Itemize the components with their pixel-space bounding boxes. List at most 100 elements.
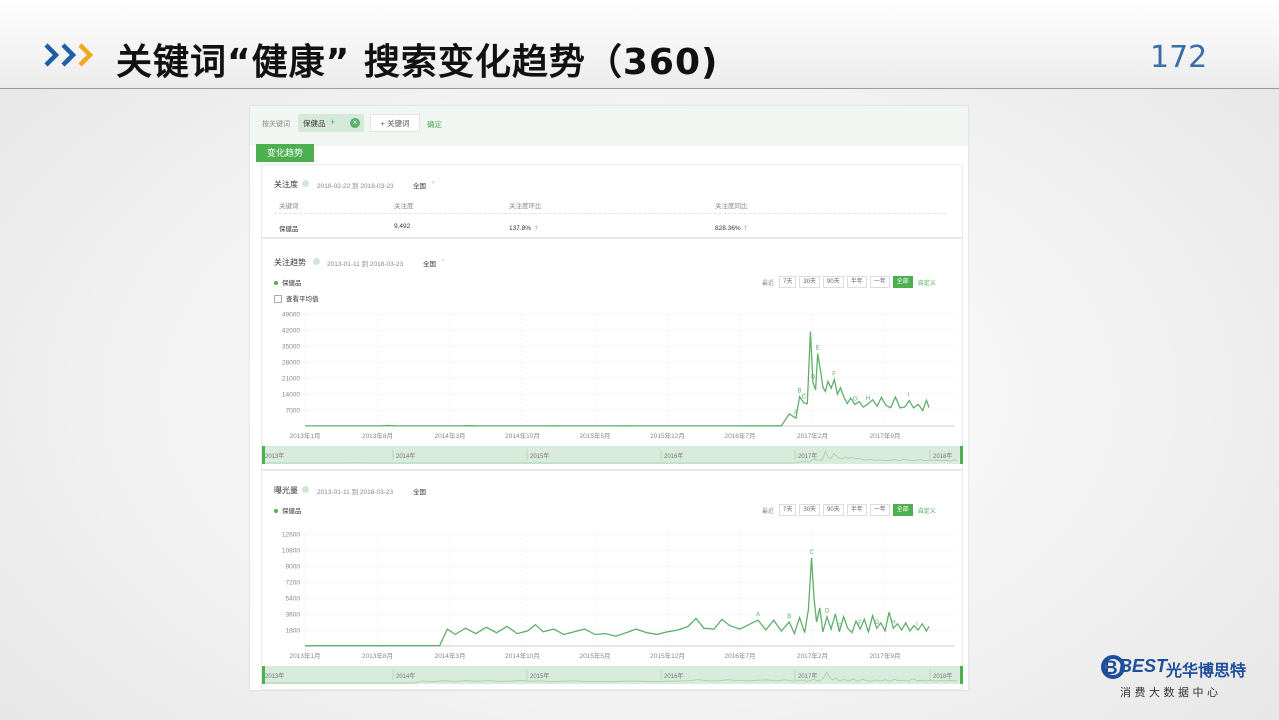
page-number: 172 — [1150, 40, 1208, 75]
event-marker: B — [787, 614, 791, 620]
navigator-year-label: 2016年 — [664, 672, 683, 680]
navigator-year-label: 2017年 — [798, 672, 817, 680]
attention-title: 关注度 — [274, 180, 298, 189]
help-icon[interactable] — [313, 258, 320, 265]
navigator-year-label: 2017年 — [798, 452, 817, 460]
x-tick-label: 2013年1月 — [289, 431, 320, 440]
y-tick-label: 3600 — [286, 612, 301, 619]
keyword-bar-label: 按关键词 — [262, 121, 290, 128]
chevron-right-icon[interactable]: › — [432, 179, 434, 186]
exposure-line-chart: 1800 3600 5400 7200 9000 10800 12600 2013年1月 201… — [262, 532, 963, 684]
x-tick-label: 2014年3月 — [434, 651, 465, 660]
row-keyword: 保健品 — [279, 226, 299, 233]
trend-scope[interactable]: 全国 — [423, 258, 436, 268]
row-mom: 137.8% ↑ — [509, 223, 539, 232]
event-marker: A — [756, 612, 760, 618]
range-30d[interactable]: 30天 — [799, 504, 821, 516]
x-tick-label: 2017年9月 — [869, 651, 900, 660]
navigator-year-label: 2014年 — [396, 452, 415, 460]
keyword-chip[interactable]: 保健品 + × — [298, 114, 364, 132]
event-marker: C — [802, 395, 807, 401]
attention-panel: 关注度 2018-02-22 到 2018-03-23 全国 › 关键词 关注度… — [261, 164, 963, 238]
brand-tagline: 消 费 大 数 据 中 心 — [1120, 686, 1218, 699]
x-tick-label: 2016年7月 — [724, 431, 755, 440]
row-yoy: 828.36% ↑ — [715, 223, 748, 232]
series-line — [305, 557, 930, 647]
x-tick-label: 2015年12月 — [650, 651, 685, 660]
help-icon[interactable] — [302, 486, 309, 493]
confirm-button[interactable]: 确定 — [427, 119, 442, 130]
tab-trend[interactable]: 变化趋势 — [256, 144, 314, 162]
x-tick-label: 2013年8月 — [362, 431, 393, 440]
y-tick-label: 1800 — [286, 628, 301, 635]
navigator-year-label: 2018年 — [933, 452, 952, 460]
range-30d[interactable]: 30天 — [799, 276, 821, 288]
x-tick-label: 2015年5月 — [579, 651, 610, 660]
range-custom[interactable]: 自定义 — [918, 278, 936, 287]
chevron-right-icon[interactable]: › — [442, 257, 444, 264]
table-header-mom: 关注度环比 — [509, 203, 542, 210]
y-tick-label: 12600 — [282, 532, 300, 539]
exposure-chart-title: 曝光量 — [274, 486, 298, 495]
navigator-handle-right — [960, 666, 963, 684]
navigator-year-label: 2015年 — [530, 452, 549, 460]
range-90d[interactable]: 90天 — [823, 504, 844, 516]
range-one-year[interactable]: 一年 — [869, 276, 890, 288]
row-value: 9,492 — [394, 223, 411, 230]
event-marker: F — [832, 372, 836, 378]
add-keyword-button[interactable]: + 关键词 — [370, 114, 420, 132]
navigator-year-label: 2018年 — [933, 672, 952, 680]
range-7d[interactable]: 7天 — [779, 504, 797, 516]
exposure-scope[interactable]: 全国 — [413, 486, 426, 496]
range-90d[interactable]: 90天 — [823, 276, 844, 288]
x-tick-label: 2017年2月 — [797, 431, 828, 440]
screenshot-panel: 按关键词 保健品 + × + 关键词 确定 变化趋势 关注度 2018-02-2… — [250, 106, 968, 690]
event-marker: D — [811, 375, 816, 381]
trend-date-range: 2013-01-11 到 2018-03-23 — [327, 261, 404, 268]
navigator-year-label: 2014年 — [396, 672, 415, 680]
navigator-handle-right — [960, 446, 963, 464]
y-tick-label: 35000 — [282, 344, 300, 351]
svg-text:B: B — [1104, 658, 1118, 679]
y-tick-label: 10800 — [282, 548, 300, 555]
legend-item[interactable]: 保健品 — [274, 277, 302, 287]
event-marker: A — [794, 410, 798, 416]
event-marker: G — [875, 620, 880, 626]
navigator-year-label: 2015年 — [530, 672, 549, 680]
x-tick-label: 2014年10月 — [505, 431, 540, 440]
event-marker: E — [816, 346, 820, 352]
event-marker: F — [858, 621, 862, 627]
y-tick-label: 21000 — [282, 376, 300, 383]
y-tick-label: 9000 — [286, 564, 301, 571]
arrow-up-icon: ↑ — [743, 223, 748, 232]
chip-plus-icon[interactable]: + — [330, 117, 335, 127]
brand-logo: B BEST 光华博思特 消 费 大 数 据 中 心 — [1100, 654, 1270, 704]
range-custom[interactable]: 自定义 — [918, 506, 936, 515]
event-marker: E — [837, 624, 841, 630]
x-tick-label: 2016年7月 — [724, 651, 755, 660]
y-tick-label: 7000 — [286, 408, 301, 415]
help-icon[interactable] — [302, 180, 309, 187]
event-marker: C — [809, 550, 814, 556]
attention-scope[interactable]: 全国 — [413, 180, 426, 190]
range-all[interactable]: 全部 — [892, 504, 913, 516]
arrow-up-icon: ↑ — [534, 223, 539, 232]
x-tick-label: 2013年8月 — [362, 651, 393, 660]
x-tick-label: 2015年12月 — [650, 431, 685, 440]
range-7d[interactable]: 7天 — [779, 276, 797, 288]
x-tick-label: 2017年9月 — [869, 431, 900, 440]
table-header-yoy: 关注度同比 — [715, 203, 748, 210]
chip-close-icon[interactable]: × — [350, 118, 360, 128]
y-tick-label: 42000 — [282, 328, 300, 335]
range-half-year[interactable]: 半年 — [846, 504, 867, 516]
navigator-year-label: 2013年 — [265, 452, 284, 460]
table-divider — [274, 213, 946, 214]
y-tick-label: 5400 — [286, 596, 301, 603]
range-one-year[interactable]: 一年 — [869, 504, 890, 516]
legend-item[interactable]: 保健品 — [274, 505, 302, 515]
range-half-year[interactable]: 半年 — [846, 276, 867, 288]
y-tick-label: 7200 — [286, 580, 301, 587]
trend-chart-title: 关注趋势 — [274, 258, 306, 267]
navigator-band — [263, 446, 963, 464]
range-all[interactable]: 全部 — [892, 276, 913, 288]
